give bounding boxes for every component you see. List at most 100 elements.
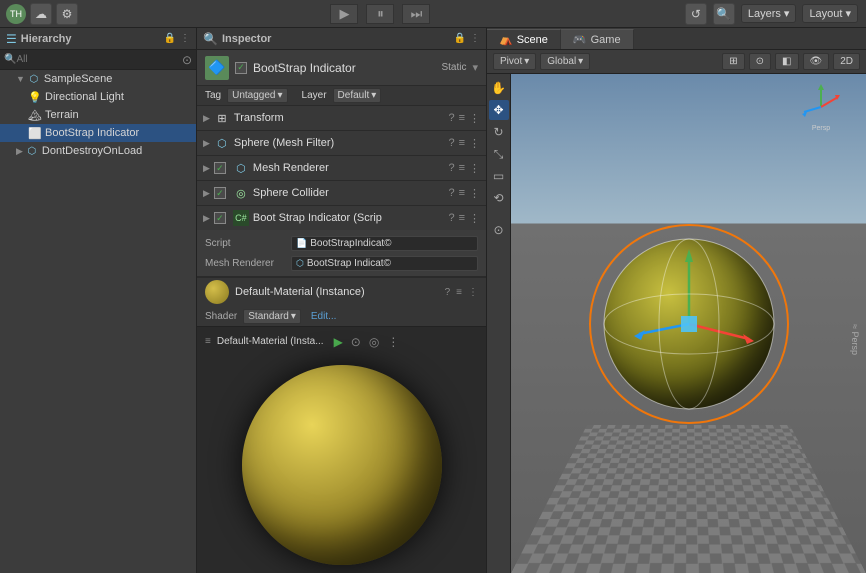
scene-toolbar: Pivot ▾ Global ▾ ⊞ ⊙ ◧ 👁 2D xyxy=(487,50,866,74)
main-area: ☰ Hierarchy 🔒 ⋮ 🔍 ⊙ ▼ ⬡ SampleScene 💡 Di… xyxy=(0,28,866,573)
hierarchy-more[interactable]: ⋮ xyxy=(180,33,190,44)
view-btn[interactable]: 👁 xyxy=(803,53,830,70)
hierarchy-item-bootstrap[interactable]: ⬜ BootStrap Indicator xyxy=(0,124,196,142)
search-icon: 🔍 xyxy=(4,54,16,65)
transform-tool[interactable]: ⟲ xyxy=(489,188,509,208)
more-icon[interactable]: ⋮ xyxy=(469,187,480,200)
settings-icon[interactable]: ≡ xyxy=(459,112,465,125)
chevron-icon: ▾ xyxy=(784,7,790,20)
cloud-btn[interactable]: ☁ xyxy=(30,3,52,25)
material-bottom-label: Default-Material (Insta... xyxy=(217,336,324,347)
material-settings[interactable]: ≡ xyxy=(456,287,462,298)
global-btn[interactable]: Global ▾ xyxy=(540,53,590,70)
search-btn[interactable]: 🔍 xyxy=(713,3,735,25)
enabled-checkbox[interactable] xyxy=(214,212,226,224)
scene-viewport[interactable]: ≈ Persp Persp xyxy=(511,74,866,573)
material-btn-2[interactable]: ◎ xyxy=(369,335,379,349)
shader-dropdown[interactable]: Standard ▾ xyxy=(243,309,301,324)
chevron-icon: ▾ xyxy=(524,56,529,67)
twoD-btn[interactable]: 2D xyxy=(833,53,860,70)
chevron-icon: ▾ xyxy=(291,311,296,322)
persp-label: ≈ Persp xyxy=(850,324,860,355)
scene-tabs: ⛺ Scene 🎮 Game xyxy=(487,28,866,50)
more-icon[interactable]: ⋮ xyxy=(469,112,480,125)
extra-tool[interactable]: ⊙ xyxy=(489,220,509,240)
chevron-icon: ▾ xyxy=(371,90,376,101)
play-button[interactable]: ▶ xyxy=(330,4,358,24)
avatar[interactable]: TH xyxy=(6,4,26,24)
script-icon: C# xyxy=(233,210,249,226)
material-btn-1[interactable]: ⊙ xyxy=(351,335,361,349)
tab-scene[interactable]: ⛺ Scene xyxy=(487,29,561,49)
hierarchy-item-samplescene[interactable]: ▼ ⬡ SampleScene xyxy=(0,70,196,88)
pause-button[interactable]: ⏸ xyxy=(366,4,394,24)
rect-tool[interactable]: ▭ xyxy=(489,166,509,186)
component-actions: ? ≡ ⋮ xyxy=(448,187,480,200)
help-icon[interactable]: ? xyxy=(448,187,454,200)
component-mesh-filter: ▶ ⬡ Sphere (Mesh Filter) ? ≡ ⋮ xyxy=(197,131,486,156)
hierarchy-item-directional-light[interactable]: 💡 Directional Light xyxy=(0,88,196,106)
component-sphere-collider-header[interactable]: ▶ ◎ Sphere Collider ? ≡ ⋮ xyxy=(197,181,486,205)
script-value-field[interactable]: 📄 BootStrapIndicat© xyxy=(291,236,478,251)
more-icon[interactable]: ⋮ xyxy=(469,162,480,175)
gizmo-btn[interactable]: ⊙ xyxy=(749,53,771,70)
tab-game[interactable]: 🎮 Game xyxy=(561,29,634,49)
undo-btn[interactable]: ↺ xyxy=(685,3,707,25)
mesh-renderer-value-field[interactable]: ⬡ BootStrap Indicat© xyxy=(291,256,478,271)
grid-btn[interactable]: ⊞ xyxy=(722,53,744,70)
play-icon-sm[interactable]: ▶ xyxy=(334,335,343,349)
move-tool[interactable]: ✥ xyxy=(489,100,509,120)
item-label: Terrain xyxy=(45,109,79,121)
settings-btn[interactable]: ⚙ xyxy=(56,3,78,25)
static-dropdown-icon[interactable]: ▾ xyxy=(472,61,478,74)
settings-icon[interactable]: ≡ xyxy=(459,162,465,175)
hierarchy-lock[interactable]: 🔒 xyxy=(164,33,176,44)
hierarchy-item-dontdestroy[interactable]: ▶ ⬡ DontDestroyOnLoad xyxy=(0,142,196,160)
help-icon[interactable]: ? xyxy=(448,112,454,125)
inspector-icon: 🔍 xyxy=(203,32,218,46)
filter-icon[interactable]: ⊙ xyxy=(182,53,192,67)
settings-icon[interactable]: ≡ xyxy=(459,137,465,150)
enabled-checkbox[interactable] xyxy=(214,187,226,199)
component-bootstrap-script-header[interactable]: ▶ C# Boot Strap Indicator (Scrip ? ≡ ⋮ xyxy=(197,206,486,230)
step-button[interactable]: ⏭ xyxy=(402,4,430,24)
component-name: Transform xyxy=(234,112,445,124)
edit-btn[interactable]: Edit... xyxy=(311,311,337,322)
tools-sidebar: ✋ ✥ ↻ ⤡ ▭ ⟲ ⊙ xyxy=(487,74,511,573)
settings-icon[interactable]: ≡ xyxy=(459,187,465,200)
tag-dropdown[interactable]: Untagged ▾ xyxy=(227,88,287,103)
pivot-btn[interactable]: Pivot ▾ xyxy=(493,53,536,70)
inspector-lock[interactable]: 🔒 xyxy=(454,33,466,44)
inspector-more[interactable]: ⋮ xyxy=(470,33,480,44)
search-input[interactable] xyxy=(16,54,181,65)
component-name: Mesh Renderer xyxy=(253,162,445,174)
more-icon[interactable]: ⋮ xyxy=(469,137,480,150)
component-mesh-filter-header[interactable]: ▶ ⬡ Sphere (Mesh Filter) ? ≡ ⋮ xyxy=(197,131,486,155)
material-header: Default-Material (Instance) ? ≡ ⋮ xyxy=(197,278,486,306)
rotate-tool[interactable]: ↻ xyxy=(489,122,509,142)
hierarchy-item-terrain[interactable]: 🏔 Terrain xyxy=(0,106,196,124)
item-label: SampleScene xyxy=(44,73,113,85)
component-mesh-renderer-header[interactable]: ▶ ⬡ Mesh Renderer ? ≡ ⋮ xyxy=(197,156,486,180)
render-btn[interactable]: ◧ xyxy=(775,53,798,70)
terrain-icon: 🏔 xyxy=(28,108,42,122)
enabled-checkbox[interactable] xyxy=(214,162,226,174)
sphere-circles xyxy=(589,224,789,424)
scale-tool[interactable]: ⤡ xyxy=(489,144,509,164)
material-help[interactable]: ? xyxy=(445,287,451,298)
component-mesh-renderer: ▶ ⬡ Mesh Renderer ? ≡ ⋮ xyxy=(197,156,486,181)
help-icon[interactable]: ? xyxy=(448,162,454,175)
layers-dropdown[interactable]: Layers ▾ xyxy=(741,4,797,23)
layout-dropdown[interactable]: Layout ▾ xyxy=(802,4,858,23)
material-btn-3[interactable]: ⋮ xyxy=(387,335,399,349)
active-checkbox[interactable] xyxy=(235,62,247,74)
material-more[interactable]: ⋮ xyxy=(468,287,478,298)
help-icon[interactable]: ? xyxy=(448,137,454,150)
hand-tool[interactable]: ✋ xyxy=(489,78,509,98)
settings-icon[interactable]: ≡ xyxy=(459,212,465,225)
layer-dropdown[interactable]: Default ▾ xyxy=(333,88,382,103)
help-icon[interactable]: ? xyxy=(448,212,454,225)
top-bar-left: TH ☁ ⚙ xyxy=(0,3,84,25)
more-icon[interactable]: ⋮ xyxy=(469,212,480,225)
component-transform-header[interactable]: ▶ ⊞ Transform ? ≡ ⋮ xyxy=(197,106,486,130)
